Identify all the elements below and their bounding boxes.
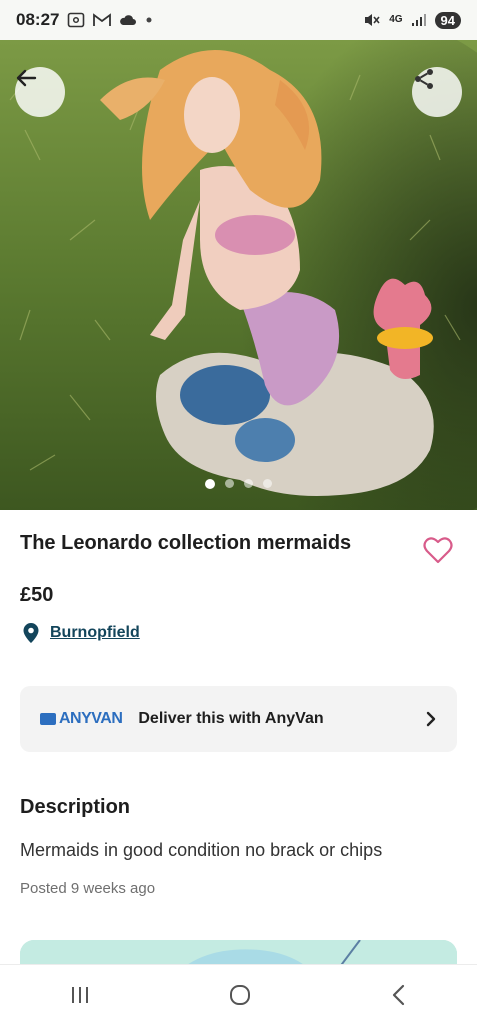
dot-icon [146,17,152,23]
carousel-indicator [0,479,477,489]
chevron-right-icon [426,711,436,727]
location-link[interactable]: Burnopfield [50,624,140,642]
carousel-dot[interactable] [244,479,253,488]
gmail-icon [93,13,112,26]
signal-icon [411,14,426,26]
anyvan-logo: ANYVAN [40,710,123,728]
anyvan-label: Deliver this with AnyVan [138,710,324,727]
carousel-dot[interactable] [263,479,272,488]
status-time: 08:27 [16,10,60,29]
posted-time: Posted 9 weeks ago [20,880,156,897]
system-nav-bar [0,964,477,1025]
share-icon [415,69,433,89]
recent-apps-icon[interactable] [68,985,92,1005]
back-button[interactable] [15,67,65,117]
cloud-icon [120,15,137,25]
screenshot-icon [68,12,85,28]
carousel-dot[interactable] [205,479,215,489]
back-arrow-icon [16,69,37,87]
anyvan-delivery-card[interactable]: ANYVAN Deliver this with AnyVan [20,686,457,752]
heart-outline-icon[interactable] [423,536,453,564]
share-button[interactable] [412,67,462,117]
home-icon[interactable] [228,983,252,1007]
listing-price: £50 [20,584,54,606]
back-icon[interactable] [389,984,409,1006]
status-bar: 08:27 4G 94 [0,0,477,40]
description-heading: Description [20,796,131,818]
location-pin-icon [23,623,39,643]
listing-title: The Leonardo collection mermaids [20,532,352,554]
battery-indicator: 94 [434,11,461,29]
description-body: Mermaids in good condition no brack or c… [20,840,383,860]
mute-icon [365,14,380,26]
listing-photo-carousel[interactable] [0,40,477,510]
listing-location[interactable]: Burnopfield [22,622,140,644]
carousel-dot[interactable] [225,479,234,488]
mermaid-photo [0,40,477,510]
network-label: 4G [389,14,403,25]
